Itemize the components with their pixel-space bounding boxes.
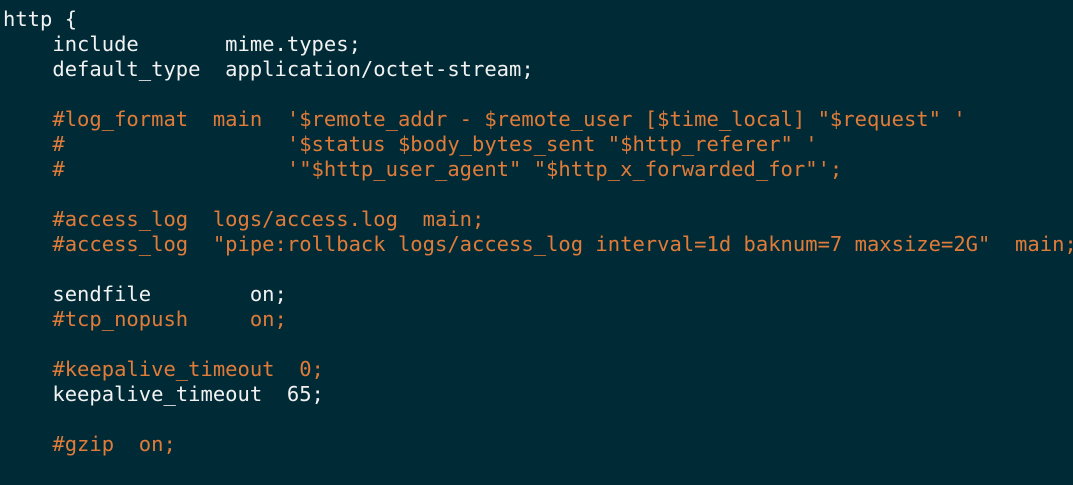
- code-line: http {: [3, 7, 78, 31]
- code-line: default_type application/octet-stream;: [3, 57, 534, 81]
- comment-line: #access_log logs/access.log main;: [3, 207, 485, 231]
- terminal-window[interactable]: http { include mime.types; default_type …: [0, 0, 1073, 485]
- comment-line: #access_log "pipe:rollback logs/access_l…: [3, 232, 1073, 256]
- code-line: sendfile on;: [3, 282, 287, 306]
- comment-line: #log_format main '$remote_addr - $remote…: [3, 107, 966, 131]
- code-line: keepalive_timeout 65;: [3, 382, 324, 406]
- comment-line: #gzip on;: [3, 432, 176, 456]
- comment-line: #keepalive_timeout 0;: [3, 357, 324, 381]
- comment-line: # '"$http_user_agent" "$http_x_forwarded…: [3, 157, 843, 181]
- comment-line: # '$status $body_bytes_sent "$http_refer…: [3, 132, 818, 156]
- code-line: include mime.types;: [3, 32, 361, 56]
- comment-line: #tcp_nopush on;: [3, 307, 287, 331]
